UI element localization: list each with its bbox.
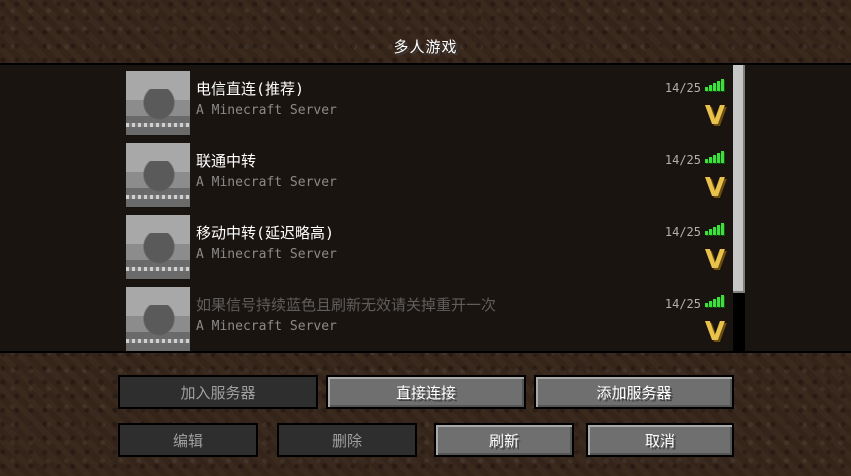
version-icon: V (704, 317, 725, 347)
screen-title: 多人游戏 (393, 38, 458, 56)
player-count: 14/25 (664, 297, 701, 311)
server-row-2[interactable]: 联通中转 A Minecraft Server 14/25 V (126, 143, 731, 207)
scrollbar-thumb[interactable] (733, 65, 745, 293)
cancel-button[interactable]: 取消 (586, 423, 734, 457)
server-list: 电信直连(推荐) A Minecraft Server 14/25 V 联通中转… (0, 63, 851, 353)
signal-strength-icon (705, 223, 725, 235)
server-name: 如果信号持续蓝色且刷新无效请关掉重开一次 (196, 296, 497, 314)
server-icon (126, 287, 190, 351)
version-icon: V (704, 101, 725, 131)
direct-connect-button[interactable]: 直接连接 (326, 375, 526, 409)
server-name: 移动中转(延迟略高) (196, 224, 335, 242)
delete-button[interactable]: 删除 (277, 423, 417, 457)
server-icon (126, 215, 190, 279)
server-motd: A Minecraft Server (196, 175, 337, 190)
server-motd: A Minecraft Server (196, 319, 337, 334)
server-motd: A Minecraft Server (196, 247, 337, 262)
player-count: 14/25 (664, 225, 701, 239)
server-icon (126, 71, 190, 135)
server-motd: A Minecraft Server (196, 103, 337, 118)
refresh-button[interactable]: 刷新 (434, 423, 574, 457)
signal-strength-icon (705, 151, 725, 163)
version-icon: V (704, 173, 725, 203)
server-row-1[interactable]: 电信直连(推荐) A Minecraft Server 14/25 V (126, 71, 731, 135)
player-count: 14/25 (664, 81, 701, 95)
server-icon (126, 143, 190, 207)
edit-button[interactable]: 编辑 (118, 423, 258, 457)
signal-strength-icon (705, 79, 725, 91)
player-count: 14/25 (664, 153, 701, 167)
add-server-button[interactable]: 添加服务器 (534, 375, 734, 409)
server-name: 电信直连(推荐) (196, 80, 305, 98)
server-name: 联通中转 (196, 152, 257, 170)
server-row-3[interactable]: 移动中转(延迟略高) A Minecraft Server 14/25 V (126, 215, 731, 279)
version-icon: V (704, 245, 725, 275)
signal-strength-icon (705, 295, 725, 307)
server-row-4[interactable]: 如果信号持续蓝色且刷新无效请关掉重开一次 A Minecraft Server … (126, 287, 731, 351)
join-server-button[interactable]: 加入服务器 (118, 375, 318, 409)
